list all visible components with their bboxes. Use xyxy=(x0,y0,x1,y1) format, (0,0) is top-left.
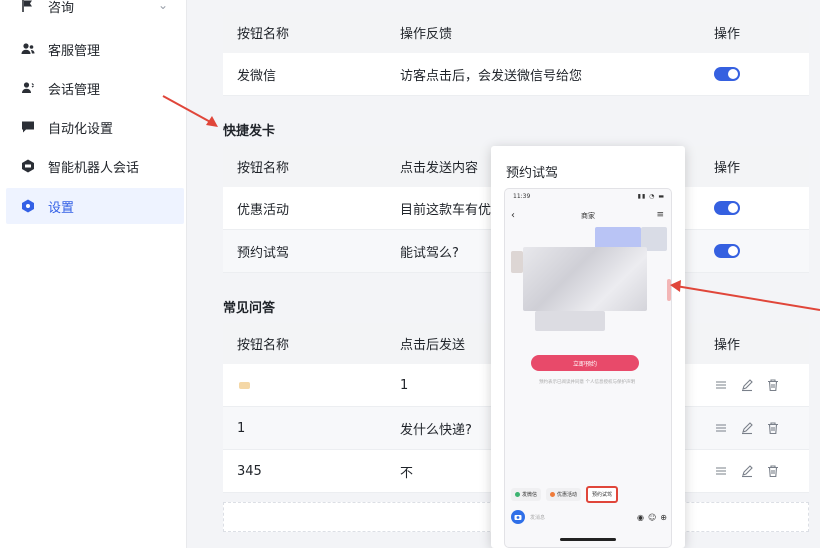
chip-label: 优惠活动 xyxy=(557,492,578,498)
wechat-button-table: 按钮名称 操作反馈 操作 发微信 访客点击后，会发送微信号给您 xyxy=(223,12,809,96)
trash-icon[interactable] xyxy=(766,378,780,392)
blurred-card xyxy=(523,247,647,311)
trash-icon[interactable] xyxy=(766,464,780,478)
flag-icon xyxy=(20,0,36,14)
chat-user-icon xyxy=(20,80,36,96)
sidebar-item-consult[interactable]: 咨询 ⌄ xyxy=(6,0,184,24)
chip-wechat: 发微信 xyxy=(511,488,542,501)
column-header: 操作反馈 xyxy=(400,27,453,42)
cta-note: 预约表示已阅读并同意 个人信息授权与保护声明 xyxy=(539,380,635,385)
quick-chips: 发微信 优惠活动 预约试驾 xyxy=(511,486,619,503)
gift-icon xyxy=(550,492,556,497)
section-title-quick-card: 快捷发卡 xyxy=(223,124,276,139)
column-header: 按钮名称 xyxy=(237,338,290,353)
status-time: 11:39 xyxy=(513,193,531,200)
sidebar-item-label: 自动化设置 xyxy=(48,121,114,137)
phone-nav-bar: ‹ 商家 ≡ xyxy=(505,207,671,225)
edit-icon[interactable] xyxy=(740,464,754,478)
button-name-cell: 优惠活动 xyxy=(237,202,290,218)
enable-toggle[interactable] xyxy=(714,244,740,258)
chip-label: 发微信 xyxy=(522,492,538,498)
drag-handle-icon[interactable] xyxy=(714,464,728,478)
plus-circle-icon: ⊕ xyxy=(660,512,667,522)
blurred-card xyxy=(535,311,605,331)
drag-handle-icon[interactable] xyxy=(714,421,728,435)
wechat-icon xyxy=(515,492,520,497)
home-indicator xyxy=(560,538,616,541)
edit-icon[interactable] xyxy=(740,421,754,435)
message-composer: 发消息 ◉ ☺ ⊕ xyxy=(511,509,667,525)
button-name-cell: 1 xyxy=(237,420,246,436)
column-header: 操作 xyxy=(714,161,741,176)
enable-toggle[interactable] xyxy=(714,67,740,81)
column-header: 按钮名称 xyxy=(237,27,290,42)
column-header: 操作 xyxy=(714,338,741,353)
status-icons: ▮▮ ◔ ▬ xyxy=(637,193,665,200)
gear-icon xyxy=(20,198,36,214)
book-now-button: 立即预约 xyxy=(531,355,639,371)
column-header: 按钮名称 xyxy=(237,161,290,176)
table-header: 按钮名称 操作反馈 操作 xyxy=(223,12,809,53)
blurred-avatar xyxy=(511,251,523,273)
sidebar-item-label: 客服管理 xyxy=(48,43,101,59)
sidebar-item-label: 智能机器人会话 xyxy=(48,160,140,176)
chip-promotion: 优惠活动 xyxy=(546,488,582,501)
users-icon xyxy=(20,41,36,57)
feedback-cell: 访客点击后，会发送微信号给您 xyxy=(400,68,583,84)
button-name-cell: 345 xyxy=(237,463,262,479)
sidebar-item-label: 设置 xyxy=(48,200,75,216)
menu-icon: ≡ xyxy=(656,210,664,220)
column-header: 操作 xyxy=(714,27,741,42)
back-icon: ‹ xyxy=(511,210,515,221)
blurred-edge xyxy=(667,279,671,301)
chevron-down-icon[interactable]: ⌄ xyxy=(158,0,168,12)
sidebar-item-settings[interactable]: 设置 xyxy=(6,188,184,224)
section-title-faq: 常见问答 xyxy=(223,301,276,316)
emoji-icon xyxy=(239,381,250,389)
emoji-face-icon: ☺ xyxy=(647,512,657,522)
sidebar-item-label: 会话管理 xyxy=(48,82,101,98)
composer-icons: ◉ ☺ ⊕ xyxy=(637,513,667,522)
table-row: 发微信 访客点击后，会发送微信号给您 xyxy=(223,53,809,96)
chip-label: 预约试驾 xyxy=(592,492,613,498)
drag-handle-icon[interactable] xyxy=(714,378,728,392)
sidebar-item-sessions[interactable]: 会话管理 xyxy=(6,70,184,106)
popup-title: 预约试驾 xyxy=(506,166,559,181)
enable-toggle[interactable] xyxy=(714,201,740,215)
phone-nav-title: 商家 xyxy=(581,212,595,220)
sidebar-item-label: 咨询 xyxy=(48,0,75,16)
robot-icon xyxy=(20,158,36,174)
sidebar-item-robot[interactable]: 智能机器人会话 xyxy=(6,148,184,184)
message-input: 发消息 xyxy=(530,514,546,521)
button-name-cell: 预约试驾 xyxy=(237,245,290,261)
sidebar-item-automation[interactable]: 自动化设置 xyxy=(6,109,184,145)
camera-icon xyxy=(511,510,525,524)
trash-icon[interactable] xyxy=(766,421,780,435)
sidebar-item-customer-service[interactable]: 客服管理 xyxy=(6,31,184,67)
voice-icon: ◉ xyxy=(636,512,644,522)
button-name-cell: 发微信 xyxy=(237,68,277,84)
chip-test-drive: 预约试驾 xyxy=(586,486,619,503)
message-icon xyxy=(20,119,36,135)
edit-icon[interactable] xyxy=(740,378,754,392)
phone-preview: 11:39 ▮▮ ◔ ▬ ‹ 商家 ≡ 立即预约 预约表示已阅读并同意 个人信息… xyxy=(504,188,672,548)
sidebar: 咨询 ⌄ 客服管理 会话管理 自动化设置 智能机器人会话 设置 xyxy=(0,0,187,548)
preview-popup: 预约试驾 11:39 ▮▮ ◔ ▬ ‹ 商家 ≡ 立即预约 预约表示已阅读并同意… xyxy=(491,146,685,548)
